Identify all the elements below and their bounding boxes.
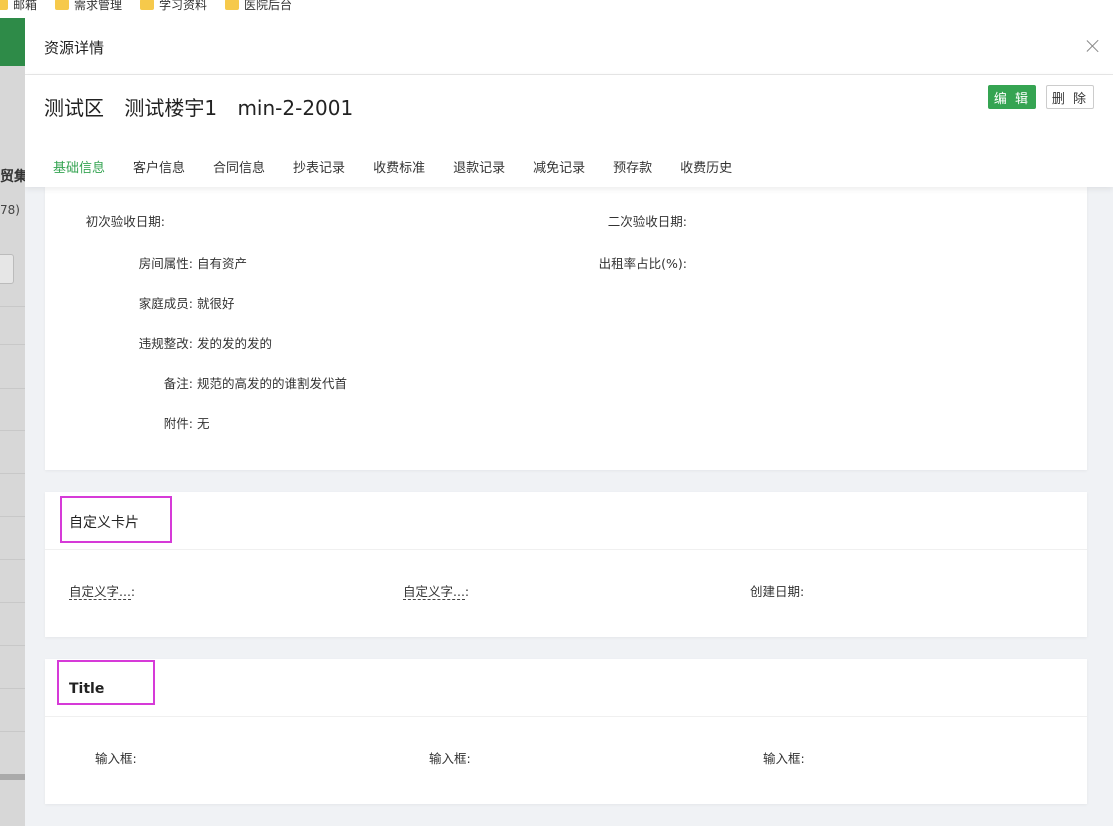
highlight-box: [60, 496, 172, 543]
family-row: 家庭成员: 就很好: [45, 293, 235, 312]
input3-row: 输入框:: [763, 748, 805, 767]
input2-label: 输入框:: [429, 751, 471, 766]
tab-basic-info[interactable]: 基础信息: [53, 157, 105, 176]
background-button: [0, 254, 14, 284]
bookmark-hospital[interactable]: 医院后台: [225, 0, 292, 13]
input1-label: 输入框:: [95, 751, 137, 766]
attachment-label: 附件:: [163, 416, 193, 431]
background-header: [0, 18, 25, 66]
resource-title: 测试区 测试楼宇1 min-2-2001: [44, 92, 367, 121]
violation-value: 发的发的发的: [196, 336, 272, 351]
edit-button[interactable]: 编 辑: [988, 85, 1036, 109]
resource-area: 测试区: [44, 96, 104, 120]
tab-payment-history[interactable]: 收费历史: [680, 157, 732, 176]
second-inspect-label: 二次验收日期:: [607, 214, 687, 229]
violation-row: 违规整改: 发的发的发的: [45, 333, 272, 352]
background-count: 78): [0, 203, 20, 217]
folder-icon: [0, 0, 8, 10]
remark-row: 备注: 规范的高发的的谁割发代首: [45, 373, 347, 392]
resource-header: 测试区 测试楼宇1 min-2-2001 编 辑 删 除 基础信息 客户信息 合…: [25, 75, 1113, 187]
drawer-title: 资源详情: [44, 39, 105, 57]
highlight-box: [57, 660, 155, 705]
basic-info-card: 初次验收日期: 二次验收日期: 房间属性: 自有资产 出租率占比(%): 家庭成…: [45, 187, 1087, 470]
property-value: 自有资产: [196, 256, 247, 271]
custom-field1-label[interactable]: 自定义字...: [69, 584, 131, 600]
custom-field2-label[interactable]: 自定义字...: [403, 584, 465, 600]
drawer-header: 资源详情: [25, 18, 1113, 75]
remark-label: 备注:: [163, 376, 193, 391]
rent-ratio-label: 出租率占比(%):: [598, 256, 687, 271]
property-row: 房间属性: 自有资产: [45, 253, 247, 272]
folder-icon: [55, 0, 70, 10]
family-value: 就很好: [196, 296, 235, 311]
resource-building: 测试楼宇1: [124, 96, 218, 120]
created-date-row: 创建日期:: [750, 581, 804, 600]
tab-refund-records[interactable]: 退款记录: [453, 157, 505, 176]
folder-icon: [140, 0, 155, 10]
tab-meter-records[interactable]: 抄表记录: [293, 157, 345, 176]
tab-discount-records[interactable]: 减免记录: [533, 157, 585, 176]
input1-row: 输入框:: [95, 748, 137, 767]
family-label: 家庭成员:: [138, 296, 193, 311]
custom-card: 自定义卡片 自定义字...: 自定义字...: 创建日期:: [45, 492, 1087, 637]
folder-icon: [225, 0, 240, 10]
resource-room: min-2-2001: [237, 96, 354, 120]
close-icon[interactable]: [1085, 38, 1101, 54]
bookmarks-bar: 邮箱 需求管理 学习资料 医院后台: [0, 0, 1113, 18]
input2-row: 输入框:: [429, 748, 471, 767]
custom-field1-row: 自定义字...:: [69, 584, 136, 600]
input3-label: 输入框:: [763, 751, 805, 766]
bookmark-mail[interactable]: 邮箱: [0, 0, 37, 13]
created-date-label: 创建日期:: [750, 584, 805, 599]
background-heading: 贸集: [0, 169, 25, 185]
tab-customer-info[interactable]: 客户信息: [133, 157, 185, 176]
tab-bar: 基础信息 客户信息 合同信息 抄表记录 收费标准 退款记录 减免记录 预存款 收…: [53, 157, 760, 176]
custom-card-header: 自定义卡片: [45, 492, 1087, 550]
drawer-content: 初次验收日期: 二次验收日期: 房间属性: 自有资产 出租率占比(%): 家庭成…: [25, 187, 1113, 826]
tab-fee-standard[interactable]: 收费标准: [373, 157, 425, 176]
background-page: 贸集 78): [0, 18, 25, 826]
remark-value: 规范的高发的的谁割发代首: [196, 376, 347, 391]
title-card-header: Title: [45, 659, 1087, 717]
custom-field2-row: 自定义字...:: [403, 584, 470, 600]
attachment-value: 无: [196, 416, 210, 431]
violation-label: 违规整改:: [138, 336, 193, 351]
delete-button[interactable]: 删 除: [1046, 85, 1094, 109]
bookmark-study[interactable]: 学习资料: [140, 0, 207, 13]
attachment-row: 附件: 无: [45, 413, 210, 432]
tab-contract-info[interactable]: 合同信息: [213, 157, 265, 176]
first-inspect-label: 初次验收日期:: [85, 214, 165, 229]
second-inspect-row: 二次验收日期:: [545, 211, 687, 230]
first-inspect-row: 初次验收日期:: [45, 211, 165, 230]
title-card: Title 输入框: 输入框: 输入框:: [45, 659, 1087, 804]
bookmark-requirements[interactable]: 需求管理: [55, 0, 122, 13]
resource-detail-drawer: 资源详情 测试区 测试楼宇1 min-2-2001 编 辑 删 除 基础信息 客…: [25, 18, 1113, 826]
property-label: 房间属性:: [138, 256, 193, 271]
rent-ratio-row: 出租率占比(%):: [545, 253, 687, 272]
tab-prepayment[interactable]: 预存款: [613, 157, 652, 176]
